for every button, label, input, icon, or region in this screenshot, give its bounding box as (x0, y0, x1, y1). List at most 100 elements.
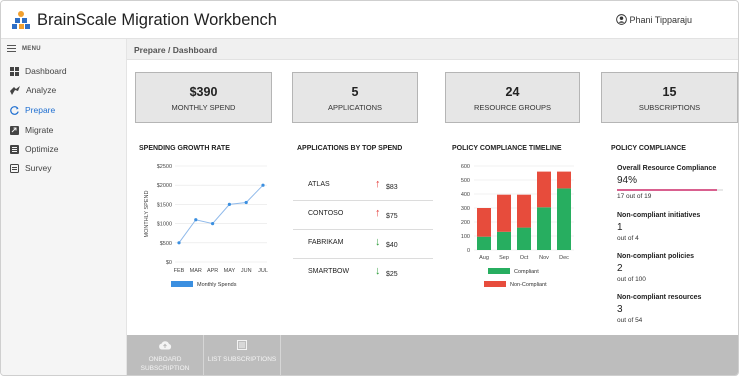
list-item: SMARTBOW ↓ $25 (293, 259, 433, 288)
user-menu[interactable]: Phani Tipparaju (616, 14, 692, 25)
app-spend: $25 (386, 271, 398, 278)
bar-non-compliant (477, 208, 491, 237)
menu-toggle[interactable]: MENU (7, 45, 41, 52)
kpi-card-monthly-spend: $390 MONTHLY SPEND (135, 72, 272, 123)
kpi-value: 15 (662, 85, 677, 99)
user-name: Phani Tipparaju (629, 14, 692, 25)
pc-value: 2 (617, 263, 623, 274)
prepare-icon (10, 105, 19, 115)
bar-compliant (537, 207, 551, 250)
y-tick-label: 400 (461, 192, 470, 198)
kpi-value: 5 (351, 85, 359, 99)
x-tick-label: Dec (559, 255, 569, 261)
compliance-progress-fill (617, 189, 717, 191)
sidebar-item-dashboard[interactable]: Dashboard (10, 64, 67, 78)
sidebar-item-migrate[interactable]: Migrate (10, 123, 53, 137)
list-icon (237, 340, 247, 350)
hamburger-icon (7, 45, 16, 52)
y-tick-label: $2500 (157, 164, 172, 170)
y-tick-label: $1000 (157, 222, 172, 228)
trend-down-icon: ↓ (375, 236, 381, 248)
series-line (178, 184, 264, 244)
sidebar-item-label: Migrate (25, 125, 54, 135)
policy-compliance-title: POLICY COMPLIANCE (611, 145, 686, 152)
data-point (244, 200, 248, 205)
app-spend: $75 (386, 213, 398, 220)
compliance-progress-bar (617, 189, 723, 191)
trend-down-icon: ↓ (375, 265, 381, 277)
data-point (177, 241, 181, 245)
pc-sub: out of 54 (617, 317, 643, 324)
analyze-icon (10, 85, 20, 95)
y-axis-label: MONTHLY SPEND (144, 191, 150, 238)
policy-compliance-panel: Overall Resource Compliance 94% 17 out o… (617, 165, 738, 324)
kpi-card-applications: 5 APPLICATIONS (292, 72, 418, 123)
onboard-subscription-button[interactable]: ONBOARD SUBSCRIPTION (127, 335, 204, 375)
action-label: SUBSCRIPTION (140, 365, 190, 372)
spending-growth-title: SPENDING GROWTH RATE (139, 145, 230, 152)
bar-compliant (477, 236, 491, 250)
user-avatar-icon (616, 14, 628, 25)
overall-compliance: Overall Resource Compliance 94% 17 out o… (617, 165, 738, 200)
trend-up-icon: ↑ (375, 207, 381, 219)
kpi-card-subscriptions: 15 SUBSCRIPTIONS (601, 72, 738, 123)
sidebar-item-label: Prepare (25, 105, 56, 115)
kpi-label: RESOURCE GROUPS (473, 103, 552, 112)
migrate-icon (10, 125, 19, 135)
y-tick-label: 100 (461, 234, 470, 240)
app-window: BrainScale Migration Workbench Phani Tip… (0, 0, 739, 376)
app-name: FABRIKAM (308, 239, 344, 246)
y-tick-label: 200 (461, 220, 470, 226)
sidebar-item-label: Analyze (26, 85, 57, 95)
sidebar: MENU Dashboard Analyze Prepare Migrate O… (1, 39, 127, 375)
data-point (194, 218, 198, 222)
app-name: CONTOSO (308, 210, 344, 217)
sidebar-item-label: Optimize (25, 144, 59, 154)
list-subscriptions-button[interactable]: LIST SUBSCRIPTIONS (204, 335, 281, 375)
sidebar-item-prepare[interactable]: Prepare (10, 103, 55, 117)
menu-label: MENU (22, 45, 41, 52)
x-tick-label: MAR (190, 268, 202, 274)
data-point (211, 222, 215, 226)
app-name: SMARTBOW (308, 268, 350, 275)
x-tick-label: Oct (520, 255, 529, 261)
sidebar-item-optimize[interactable]: Optimize (10, 142, 59, 156)
x-tick-label: MAY (224, 268, 236, 274)
compliance-timeline-chart: 0 100 200 300 400 500 600 Aug Sep Oct Nov Dec Compli… (461, 164, 574, 288)
legend-label: Monthly Spends (197, 282, 237, 288)
x-tick-label: FEB (174, 268, 185, 274)
kpi-label: SUBSCRIPTIONS (638, 103, 701, 112)
app-title: BrainScale Migration Workbench (37, 11, 277, 29)
x-tick-label: Aug (479, 255, 489, 261)
pc-label: Non-compliant policies (617, 253, 695, 260)
pc-value: 94% (617, 175, 638, 186)
pc-sub: out of 4 (617, 235, 639, 242)
noncompliant-policies: Non-compliant policies 2 out of 100 (617, 253, 738, 283)
x-tick-label: JUN (241, 268, 252, 274)
legend-swatch (171, 281, 193, 287)
action-bar: ONBOARD SUBSCRIPTION LIST SUBSCRIPTIONS (127, 335, 738, 375)
noncompliant-resources: Non-compliant resources 3 out of 54 (617, 294, 738, 324)
bar-compliant (517, 227, 531, 250)
legend-swatch (488, 268, 510, 274)
x-tick-label: Nov (539, 255, 549, 261)
list-item: ATLAS ↑ $83 (293, 172, 433, 201)
app-header: BrainScale Migration Workbench Phani Tip… (1, 1, 738, 39)
sidebar-item-analyze[interactable]: Analyze (10, 83, 56, 97)
sidebar-item-survey[interactable]: Survey (10, 161, 51, 175)
bar-non-compliant (517, 194, 531, 228)
pc-sub: 17 out of 19 (617, 193, 652, 200)
bar-non-compliant (557, 171, 571, 189)
legend-swatch (484, 281, 506, 287)
bar-non-compliant (497, 194, 511, 232)
breadcrumb: Prepare / Dashboard (134, 45, 218, 55)
kpi-card-resource-groups: 24 RESOURCE GROUPS (445, 72, 580, 123)
data-point (261, 183, 265, 187)
sidebar-item-label: Survey (25, 163, 52, 173)
kpi-value: 24 (505, 85, 520, 99)
list-item: FABRIKAM ↓ $40 (293, 230, 433, 259)
dashboard-icon (10, 66, 19, 76)
kpi-label: APPLICATIONS (327, 103, 383, 112)
legend-label: Compliant (514, 269, 539, 275)
app-name: ATLAS (308, 181, 330, 188)
